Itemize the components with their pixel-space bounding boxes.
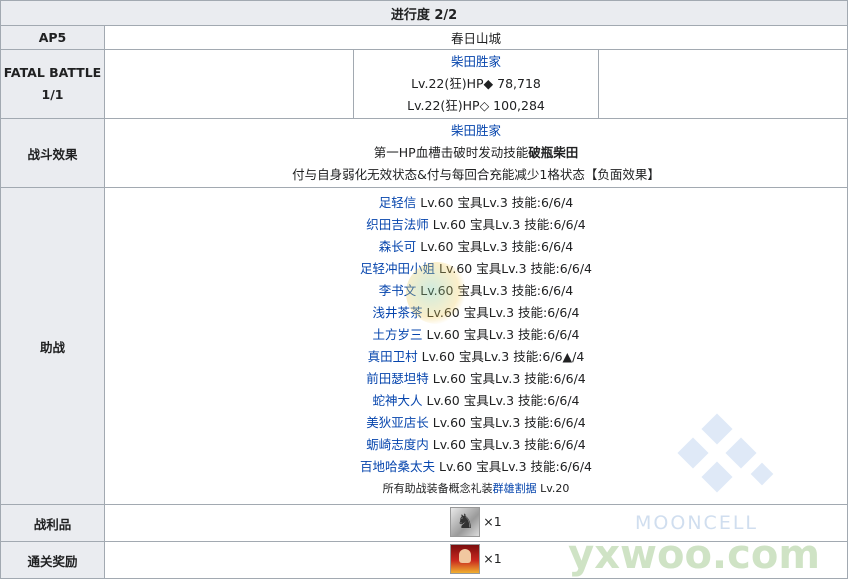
support-label: 助战	[0, 187, 105, 505]
support-member: 浅井茶茶 Lv.60 宝具Lv.3 技能:6/6/4	[105, 302, 847, 324]
ap-label: AP5	[0, 25, 105, 50]
effect-label: 战斗效果	[0, 118, 105, 188]
support-stats: Lv.60 宝具Lv.3 技能:6/6▲/4	[417, 349, 585, 364]
effect-enemy-link[interactable]: 柴田胜家	[451, 123, 501, 138]
progress-title: 进行度 2/2	[0, 0, 848, 26]
support-member: 土方岁三 Lv.60 宝具Lv.3 技能:6/6/4	[105, 324, 847, 346]
support-servant-link[interactable]: 森长可	[379, 239, 417, 254]
support-note: 所有助战装备概念礼装群雄割据 Lv.20	[382, 482, 570, 495]
support-stats: Lv.60 宝具Lv.3 技能:6/6/4	[422, 327, 580, 342]
support-stats: Lv.60 宝具Lv.3 技能:6/6/4	[428, 437, 586, 452]
support-stats: Lv.60 宝具Lv.3 技能:6/6/4	[435, 459, 593, 474]
title-row: 进行度 2/2	[0, 0, 848, 26]
support-stats: Lv.60 宝具Lv.3 技能:6/6/4	[416, 239, 574, 254]
support-member: 蛇神大人 Lv.60 宝具Lv.3 技能:6/6/4	[105, 390, 847, 412]
location-name: 春日山城	[104, 25, 848, 50]
effect-cell: 柴田胜家 第一HP血槽击破时发动技能破瓶柴田 付与自身弱化无效状态&付与每回合充…	[104, 118, 848, 188]
enemy-info: 柴田胜家 Lv.22(狂)HP◆ 78,718 Lv.22(狂)HP◇ 100,…	[353, 50, 599, 118]
craft-essence-link[interactable]: 群雄割据	[493, 482, 537, 495]
support-member: 足轻信 Lv.60 宝具Lv.3 技能:6/6/4	[105, 192, 847, 214]
ap-row: AP5 春日山城	[0, 25, 848, 50]
support-servant-link[interactable]: 土方岁三	[372, 327, 422, 342]
support-member: 织田吉法师 Lv.60 宝具Lv.3 技能:6/6/4	[105, 214, 847, 236]
support-list: 足轻信 Lv.60 宝具Lv.3 技能:6/6/4 织田吉法师 Lv.60 宝具L…	[105, 188, 847, 504]
support-stats: Lv.60 宝具Lv.3 技能:6/6/4	[428, 371, 586, 386]
support-cell: 足轻信 Lv.60 宝具Lv.3 技能:6/6/4 织田吉法师 Lv.60 宝具L…	[104, 187, 848, 505]
support-member: 森长可 Lv.60 宝具Lv.3 技能:6/6/4	[105, 236, 847, 258]
effect-row: 战斗效果 柴田胜家 第一HP血槽击破时发动技能破瓶柴田 付与自身弱化无效状态&付…	[0, 118, 848, 188]
support-servant-link[interactable]: 真田卫村	[368, 349, 418, 364]
battle-row: FATAL BATTLE 1/1 柴田胜家 Lv.22(狂)HP◆ 78,718…	[0, 49, 848, 119]
fatal-battle-label: FATAL BATTLE	[3, 65, 102, 80]
support-servant-link[interactable]: 蛇神大人	[372, 393, 422, 408]
enemy-name-link[interactable]: 柴田胜家	[451, 54, 501, 69]
support-stats: Lv.60 宝具Lv.3 技能:6/6/4	[428, 415, 586, 430]
knight-coin-icon[interactable]	[450, 506, 481, 537]
skill-name: 破瓶柴田	[528, 145, 579, 160]
support-member: 百地哈桑太夫 Lv.60 宝具Lv.3 技能:6/6/4	[105, 456, 847, 478]
support-member: 足轻冲田小姐 Lv.60 宝具Lv.3 技能:6/6/4	[105, 258, 847, 280]
support-servant-link[interactable]: 织田吉法师	[366, 217, 429, 232]
support-stats: Lv.60 宝具Lv.3 技能:6/6/4	[416, 195, 574, 210]
support-member: 李书文 Lv.60 宝具Lv.3 技能:6/6/4	[105, 280, 847, 302]
support-servant-link[interactable]: 前田瑟坦特	[366, 371, 429, 386]
support-row: 助战 足轻信 Lv.60 宝具Lv.3 技能:6/6/4 织田吉法师 Lv.60 …	[0, 187, 848, 505]
support-member: 真田卫村 Lv.60 宝具Lv.3 技能:6/6▲/4	[105, 346, 847, 368]
enemy-cell: 柴田胜家 Lv.22(狂)HP◆ 78,718 Lv.22(狂)HP◇ 100,…	[104, 49, 848, 119]
support-member: 前田瑟坦特 Lv.60 宝具Lv.3 技能:6/6/4	[105, 368, 847, 390]
support-servant-link[interactable]: 百地哈桑太夫	[360, 459, 435, 474]
enemy-hp-1: Lv.22(狂)HP◆ 78,718	[411, 76, 541, 91]
effect-line-2: 付与自身弱化无效状态&付与每回合充能减少1格状态【负面效果】	[292, 167, 660, 182]
support-member: 美狄亚店长 Lv.60 宝具Lv.3 技能:6/6/4	[105, 412, 847, 434]
support-servant-link[interactable]: 蛎崎志度内	[366, 437, 429, 452]
battle-count: 1/1	[41, 87, 64, 102]
drops-count: ×1	[483, 514, 502, 529]
enemy-hp-2: Lv.22(狂)HP◇ 100,284	[407, 98, 545, 113]
support-servant-link[interactable]: 足轻信	[379, 195, 417, 210]
reward-label: 通关奖励	[0, 541, 105, 579]
reward-count: ×1	[483, 551, 502, 566]
support-member: 蛎崎志度内 Lv.60 宝具Lv.3 技能:6/6/4	[105, 434, 847, 456]
support-stats: Lv.60 宝具Lv.3 技能:6/6/4	[422, 393, 580, 408]
effect-line-1: 第一HP血槽击破时发动技能破瓶柴田	[373, 145, 579, 160]
craft-essence-icon[interactable]	[450, 543, 481, 574]
site-watermark: yxwoo.com	[568, 532, 820, 578]
watermark-blob	[406, 262, 468, 324]
support-stats: Lv.60 宝具Lv.3 技能:6/6/4	[428, 217, 586, 232]
battle-label: FATAL BATTLE 1/1	[0, 49, 105, 119]
support-servant-link[interactable]: 美狄亚店长	[366, 415, 429, 430]
watermark-text: MOONCELL	[635, 512, 758, 534]
drops-label: 战利品	[0, 504, 105, 542]
